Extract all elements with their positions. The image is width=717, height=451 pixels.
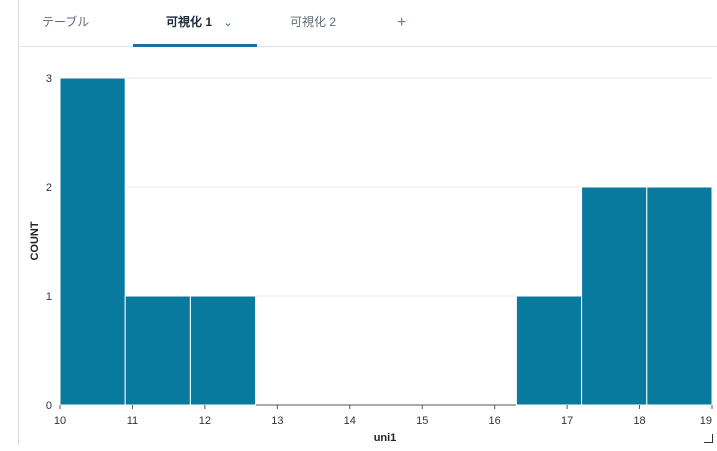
- x-tick-label: 19: [700, 415, 712, 427]
- y-tick-label: 1: [46, 291, 52, 303]
- bar-layer: [59, 77, 713, 406]
- x-tick-label: 17: [561, 415, 573, 427]
- visualization-tab-bar: テーブル 可視化 1 ⌄ 可視化 2 +: [20, 0, 717, 47]
- left-panel-border: [0, 0, 19, 446]
- histogram-bar[interactable]: [515, 295, 583, 406]
- y-tick-label: 0: [46, 400, 52, 412]
- histogram-bar[interactable]: [581, 186, 648, 406]
- tab-visualization-2[interactable]: 可視化 2: [290, 0, 336, 47]
- histogram-bar[interactable]: [124, 295, 191, 406]
- histogram-bar[interactable]: [646, 186, 713, 406]
- y-tick-label: 3: [46, 73, 52, 85]
- histogram-bar[interactable]: [59, 77, 126, 406]
- histogram-chart: 0 1 2 3 10 11 12 13 14 15 16 17 18 19 COUNT uni1: [20, 48, 717, 446]
- x-tick-label: 15: [416, 415, 428, 427]
- x-tick-label: 11: [127, 415, 138, 427]
- tab-visualization-1[interactable]: 可視化 1 ⌄: [133, 0, 257, 47]
- tab-table-label: テーブル: [42, 15, 90, 29]
- x-tick-label: 16: [489, 415, 501, 427]
- histogram-bar[interactable]: [189, 295, 257, 406]
- x-tick-label: 18: [633, 415, 645, 427]
- tab-visualization-2-label: 可視化 2: [290, 15, 337, 29]
- chevron-down-icon[interactable]: ⌄: [223, 17, 232, 29]
- tab-table[interactable]: テーブル: [42, 0, 89, 47]
- x-tick-label: 14: [344, 415, 356, 427]
- x-tick-label: 10: [54, 415, 66, 427]
- x-axis-label: uni1: [374, 432, 397, 444]
- y-tick-label: 2: [46, 182, 52, 194]
- x-tick-label: 13: [271, 415, 283, 427]
- x-tick-label: 12: [199, 415, 211, 427]
- resize-handle[interactable]: [704, 434, 713, 443]
- chart-svg: 012310 11 12 13 14 15 16 17 18 19 COUNT uni1: [29, 73, 713, 444]
- plus-icon[interactable]: +: [397, 0, 406, 47]
- tab-visualization-1-label: 可視化 1: [166, 15, 213, 29]
- y-axis-label: COUNT: [29, 221, 41, 260]
